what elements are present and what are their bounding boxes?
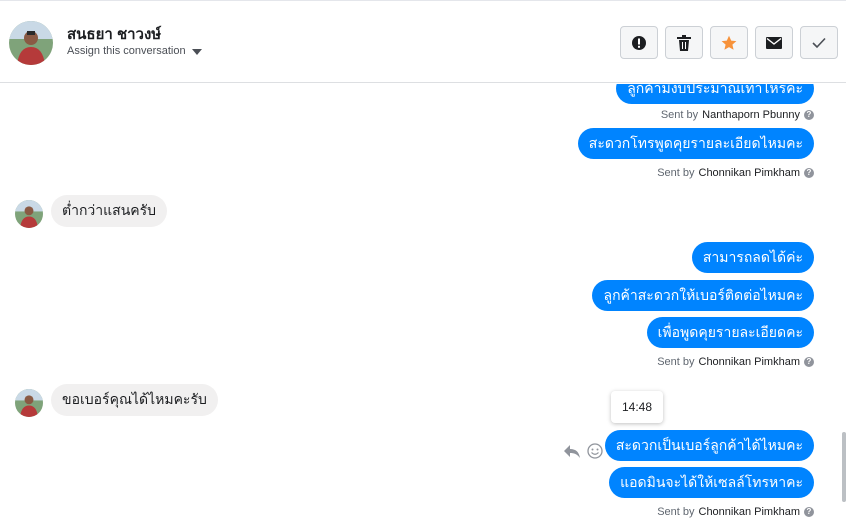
assign-conversation-dropdown[interactable]: Assign this conversation	[67, 45, 202, 57]
envelope-icon	[766, 36, 782, 49]
chevron-down-icon	[191, 48, 202, 55]
sender-name: Chonnikan Pimkham	[698, 167, 801, 179]
mark-done-button[interactable]	[800, 26, 838, 59]
conversation-header: สนธยา ชาวงษ์ Assign this conversation	[0, 0, 846, 83]
alert-icon	[632, 35, 646, 50]
outgoing-message: แอดมินจะได้ให้เซลล์โทรหาคะ	[609, 467, 814, 498]
incoming-message: ต่ำกว่าแสนครับ	[51, 195, 168, 227]
sent-by-label: Sent by Chonnikan Pimkham ?	[657, 167, 814, 179]
incoming-message: ขอเบอร์คุณได้ไหมคะรับ	[51, 384, 218, 416]
mark-spam-button[interactable]	[620, 26, 658, 59]
scrollbar-thumb[interactable]	[842, 432, 846, 502]
star-button[interactable]	[710, 26, 748, 59]
sent-by-label: Sent by Nanthaporn Pbunny ?	[661, 109, 814, 121]
outgoing-message: ลูกค้ามีงบประมาณเท่าไหร่คะ	[616, 84, 814, 104]
help-icon[interactable]: ?	[804, 507, 814, 517]
sent-by-label: Sent by Chonnikan Pimkham ?	[657, 356, 814, 368]
emoji-icon[interactable]	[587, 443, 603, 459]
sent-by-prefix: Sent by	[660, 109, 699, 121]
contact-name: สนธยา ชาวงษ์	[67, 26, 162, 43]
mark-unread-button[interactable]	[755, 26, 793, 59]
delete-button[interactable]	[665, 26, 703, 59]
outgoing-message: สามารถลดได้ค่ะ	[691, 242, 814, 273]
outgoing-message: ลูกค้าสะดวกให้เบอร์ติดต่อไหมคะ	[592, 280, 814, 311]
assign-label: Assign this conversation	[67, 45, 186, 57]
outgoing-message: สะดวกโทรพูดคุยรายละเอียดไหมคะ	[577, 128, 814, 159]
help-icon[interactable]: ?	[804, 357, 814, 367]
contact-avatar-small	[15, 200, 43, 228]
help-icon[interactable]: ?	[804, 168, 814, 178]
sender-name: Chonnikan Pimkham	[698, 356, 801, 368]
reply-icon[interactable]	[563, 443, 581, 459]
sender-name: Nanthaporn Pbunny	[702, 109, 800, 121]
check-icon	[812, 37, 826, 48]
message-hover-actions	[563, 443, 603, 459]
sent-by-prefix: Sent by	[657, 506, 695, 518]
sender-name: Chonnikan Pimkham	[698, 506, 801, 518]
outgoing-message: สะดวกเป็นเบอร์ลูกค้าได้ไหมคะ	[604, 430, 814, 461]
timestamp-tooltip: 14:48	[611, 391, 663, 423]
star-icon	[721, 35, 737, 50]
sent-by-prefix: Sent by	[657, 167, 695, 179]
sent-by-label: Sent by Chonnikan Pimkham ?	[657, 506, 814, 518]
contact-avatar[interactable]	[9, 21, 53, 65]
help-icon[interactable]: ?	[804, 110, 814, 120]
contact-avatar-small	[15, 389, 43, 417]
trash-icon	[677, 34, 691, 51]
conversation-actions	[620, 26, 838, 59]
sent-by-prefix: Sent by	[657, 356, 695, 368]
message-thread[interactable]: ลูกค้ามีงบประมาณเท่าไหร่คะ Sent by Nanth…	[0, 84, 846, 528]
outgoing-message: เพื่อพูดคุยรายละเอียดคะ	[646, 317, 814, 348]
